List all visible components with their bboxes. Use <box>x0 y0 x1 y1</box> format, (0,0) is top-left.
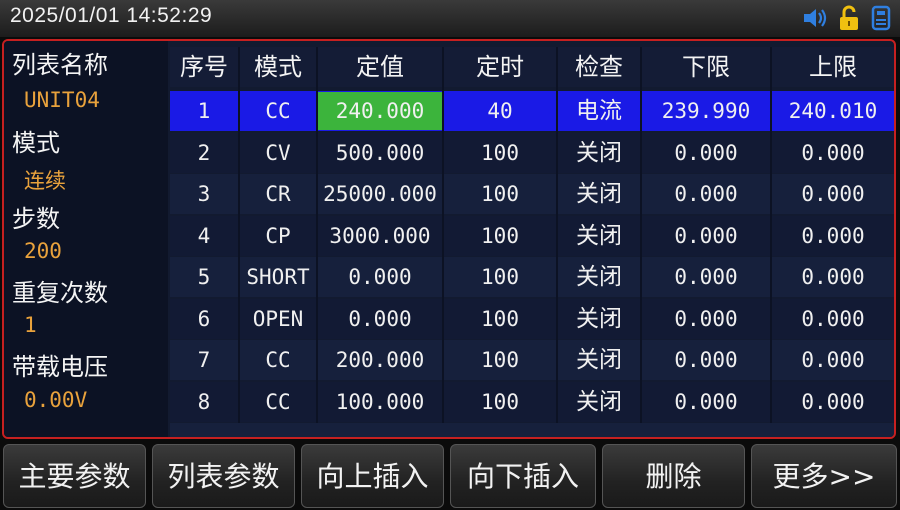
list-name-value[interactable]: UNIT04 <box>24 88 100 112</box>
cell-dwell[interactable]: 100 <box>444 299 556 339</box>
column-header-lower-limit: 下限 <box>642 47 770 87</box>
datetime-display: 2025/01/01 14:52:29 <box>10 4 213 27</box>
usb-storage-icon[interactable] <box>870 5 892 31</box>
instrument-screen: 2025/01/01 14:52:29 列表名称 UNIT04 模式 连续 步数… <box>0 0 900 510</box>
cell-setpoint[interactable]: 100.000 <box>318 382 442 422</box>
cell-lower-limit[interactable]: 0.000 <box>642 216 770 256</box>
cell-lower-limit[interactable]: 0.000 <box>642 174 770 214</box>
cell-mode[interactable]: CC <box>240 91 316 131</box>
cell-setpoint[interactable]: 3000.000 <box>318 216 442 256</box>
column-header-setpoint: 定值 <box>318 47 442 87</box>
cell-setpoint[interactable]: 0.000 <box>318 257 442 297</box>
cell-lower-limit[interactable]: 0.000 <box>642 382 770 422</box>
cell-dwell[interactable]: 100 <box>444 216 556 256</box>
cell-upper-limit[interactable]: 0.000 <box>772 340 894 380</box>
cell-check[interactable]: 关闭 <box>558 299 640 339</box>
cell-lower-limit[interactable]: 0.000 <box>642 133 770 173</box>
speaker-icon[interactable] <box>802 6 828 30</box>
cell-index[interactable]: 3 <box>170 174 238 214</box>
column-header-dwell: 定时 <box>444 47 556 87</box>
mode-label: 模式 <box>12 129 60 157</box>
list-params-key[interactable]: 列表参数 <box>152 444 295 508</box>
more-key[interactable]: 更多>> <box>751 444 897 508</box>
cell-mode[interactable]: OPEN <box>240 299 316 339</box>
repeat-count-label: 重复次数 <box>12 279 108 307</box>
list-panel: 列表名称 UNIT04 模式 连续 步数 200 重复次数 1 带载电压 0.0… <box>2 39 896 439</box>
cell-upper-limit[interactable]: 0.000 <box>772 174 894 214</box>
cell-check[interactable]: 关闭 <box>558 340 640 380</box>
column-divider <box>238 47 240 437</box>
column-header-check: 检查 <box>558 47 640 87</box>
cell-setpoint[interactable]: 200.000 <box>318 340 442 380</box>
cell-check[interactable]: 关闭 <box>558 216 640 256</box>
cell-index[interactable]: 1 <box>170 91 238 131</box>
cell-upper-limit[interactable]: 0.000 <box>772 382 894 422</box>
column-divider <box>770 47 772 437</box>
cell-dwell[interactable]: 100 <box>444 174 556 214</box>
cell-index[interactable]: 5 <box>170 257 238 297</box>
cell-dwell[interactable]: 100 <box>444 340 556 380</box>
column-header-upper-limit: 上限 <box>772 47 894 87</box>
list-name-label: 列表名称 <box>12 51 108 79</box>
cell-mode[interactable]: CP <box>240 216 316 256</box>
step-table: 序号 模式 定值 定时 检查 下限 上限 1 CC 240.000 40 电流 239.990 240.0… <box>170 41 894 437</box>
cell-check[interactable]: 电流 <box>558 91 640 131</box>
cell-lower-limit[interactable]: 239.990 <box>642 91 770 131</box>
cell-setpoint[interactable]: 240.000 <box>318 92 442 130</box>
cell-check[interactable]: 关闭 <box>558 133 640 173</box>
cell-check[interactable]: 关闭 <box>558 257 640 297</box>
cell-index[interactable]: 4 <box>170 216 238 256</box>
cell-mode[interactable]: CR <box>240 174 316 214</box>
cell-mode[interactable]: CC <box>240 382 316 422</box>
column-divider <box>556 47 558 437</box>
insert-above-key[interactable]: 向上插入 <box>301 444 444 508</box>
cell-mode[interactable]: SHORT <box>240 257 316 297</box>
column-divider <box>442 47 444 437</box>
cell-upper-limit[interactable]: 0.000 <box>772 299 894 339</box>
status-bar: 2025/01/01 14:52:29 <box>0 0 900 37</box>
cell-upper-limit[interactable]: 0.000 <box>772 257 894 297</box>
cell-check[interactable]: 关闭 <box>558 174 640 214</box>
column-divider <box>640 47 642 437</box>
insert-below-key[interactable]: 向下插入 <box>450 444 596 508</box>
cell-lower-limit[interactable]: 0.000 <box>642 299 770 339</box>
load-voltage-value: 0.00V <box>24 388 88 412</box>
cell-index[interactable]: 7 <box>170 340 238 380</box>
cell-mode[interactable]: CC <box>240 340 316 380</box>
column-header-index: 序号 <box>170 47 238 87</box>
cell-index[interactable]: 6 <box>170 299 238 339</box>
cell-setpoint[interactable]: 500.000 <box>318 133 442 173</box>
status-icons <box>802 5 892 31</box>
cell-upper-limit[interactable]: 0.000 <box>772 133 894 173</box>
cell-setpoint[interactable]: 25000.000 <box>318 174 442 214</box>
load-voltage-label: 带载电压 <box>12 353 108 381</box>
list-info-sidebar: 列表名称 UNIT04 模式 连续 步数 200 重复次数 1 带载电压 0.0… <box>4 41 168 437</box>
soft-key-bar: 主要参数 列表参数 向上插入 向下插入 删除 更多>> <box>0 440 900 510</box>
cell-mode[interactable]: CV <box>240 133 316 173</box>
cell-check[interactable]: 关闭 <box>558 382 640 422</box>
cell-lower-limit[interactable]: 0.000 <box>642 257 770 297</box>
cell-dwell[interactable]: 100 <box>444 133 556 173</box>
cell-index[interactable]: 2 <box>170 133 238 173</box>
steps-label: 步数 <box>12 205 60 233</box>
cell-index[interactable]: 8 <box>170 382 238 422</box>
cell-upper-limit[interactable]: 0.000 <box>772 216 894 256</box>
unlock-icon[interactable] <box>838 5 860 31</box>
mode-value[interactable]: 连续 <box>24 165 66 195</box>
cell-lower-limit[interactable]: 0.000 <box>642 340 770 380</box>
cell-upper-limit[interactable]: 240.010 <box>772 91 894 131</box>
cell-dwell[interactable]: 100 <box>444 382 556 422</box>
repeat-count-value[interactable]: 1 <box>24 313 37 337</box>
cell-setpoint[interactable]: 0.000 <box>318 299 442 339</box>
column-header-mode: 模式 <box>240 47 316 87</box>
cell-dwell[interactable]: 100 <box>444 257 556 297</box>
column-divider <box>316 47 318 437</box>
table-row-partial <box>170 423 894 437</box>
cell-dwell[interactable]: 40 <box>444 91 556 131</box>
delete-key[interactable]: 删除 <box>602 444 745 508</box>
steps-value[interactable]: 200 <box>24 239 62 263</box>
main-params-key[interactable]: 主要参数 <box>3 444 146 508</box>
